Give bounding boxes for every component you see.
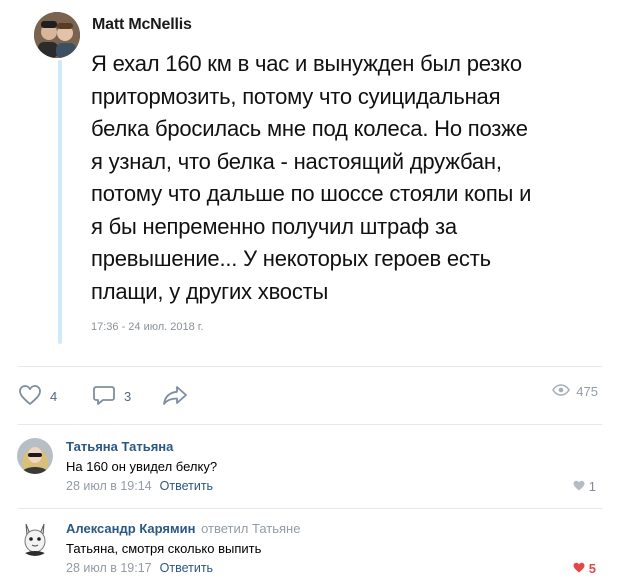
comment-like-button[interactable]: 5 bbox=[573, 561, 596, 576]
comment-author-avatar[interactable] bbox=[17, 438, 53, 474]
reply-button[interactable]: Ответить bbox=[160, 561, 213, 575]
comment-item: Татьяна Татьяна На 160 он увидел белку? … bbox=[0, 428, 620, 506]
comment-icon bbox=[92, 384, 116, 409]
tweet-author-name: Matt McNellis bbox=[92, 16, 192, 33]
comment-author-line: Александр Карямин ответил Татьяне bbox=[66, 521, 300, 536]
eye-icon bbox=[552, 384, 571, 399]
comment-meta: 28 июл в 19:14 Ответить bbox=[66, 479, 213, 493]
heart-icon bbox=[573, 479, 585, 494]
tweet-text-line: притормозить, потому что суицидальная bbox=[91, 83, 501, 109]
comment-like-button[interactable]: 1 bbox=[573, 479, 596, 494]
divider bbox=[18, 424, 602, 425]
tweet-text-line: я узнал, что белка - настоящий дружбан, bbox=[91, 148, 502, 174]
comment-meta: 28 июл в 19:17 Ответить bbox=[66, 561, 213, 575]
comment-text: На 160 он увидел белку? bbox=[66, 459, 218, 474]
comment-time[interactable]: 28 июл в 19:17 bbox=[66, 561, 152, 575]
tweet-text-line: Я ехал 160 км в час и вынужден был резко bbox=[91, 51, 522, 76]
comment-author-name[interactable]: Александр Карямин bbox=[66, 521, 195, 536]
like-button[interactable]: 4 bbox=[18, 384, 57, 409]
embedded-tweet: Matt McNellis Я ехал 160 км в час и выну… bbox=[0, 0, 620, 360]
comment-like-count: 1 bbox=[588, 479, 596, 494]
tweet-text-line: плащи, у других хвосты bbox=[91, 278, 329, 304]
tweet-author-avatar bbox=[34, 12, 80, 58]
share-button[interactable] bbox=[162, 384, 188, 409]
comment-text: Татьяна, смотря сколько выпить bbox=[66, 541, 262, 556]
replied-to-name[interactable]: Татьяне bbox=[252, 521, 300, 536]
tweet-date: 17:36 - 24 июл. 2018 г. bbox=[91, 321, 204, 333]
reply-button[interactable]: Ответить bbox=[160, 479, 213, 493]
replied-label: ответил bbox=[201, 521, 249, 536]
comment-time[interactable]: 28 июл в 19:14 bbox=[66, 479, 152, 493]
divider bbox=[18, 366, 602, 367]
comment-item: Александр Карямин ответил Татьяне Татьян… bbox=[0, 510, 620, 587]
tweet-quote-bar bbox=[58, 60, 62, 344]
share-arrow-icon bbox=[162, 384, 188, 409]
tweet-text-line: потому что дальше по шоссе стояли копы и bbox=[91, 181, 532, 206]
comment-like-count: 5 bbox=[588, 561, 596, 576]
heart-icon bbox=[18, 384, 42, 409]
tweet-text: Я ехал 160 км в час и вынужден был резко… bbox=[91, 48, 596, 308]
like-count: 4 bbox=[50, 389, 58, 404]
heart-icon bbox=[573, 561, 585, 576]
divider bbox=[18, 508, 602, 509]
views-count: 475 bbox=[576, 384, 598, 399]
post-actions-bar: 4 3 475 bbox=[0, 378, 620, 414]
comment-button[interactable]: 3 bbox=[92, 384, 131, 409]
comment-author-name[interactable]: Татьяна Татьяна bbox=[66, 439, 173, 454]
tweet-text-line: я бы непременно получил штраф за bbox=[91, 213, 457, 239]
tweet-text-line: превышение... У некоторых героев есть bbox=[91, 246, 491, 271]
comment-count: 3 bbox=[124, 389, 132, 404]
views-counter: 475 bbox=[552, 384, 598, 399]
comment-author-avatar[interactable] bbox=[17, 520, 53, 556]
tweet-text-line: белка бросилась мне под колеса. Но позже bbox=[91, 116, 528, 141]
